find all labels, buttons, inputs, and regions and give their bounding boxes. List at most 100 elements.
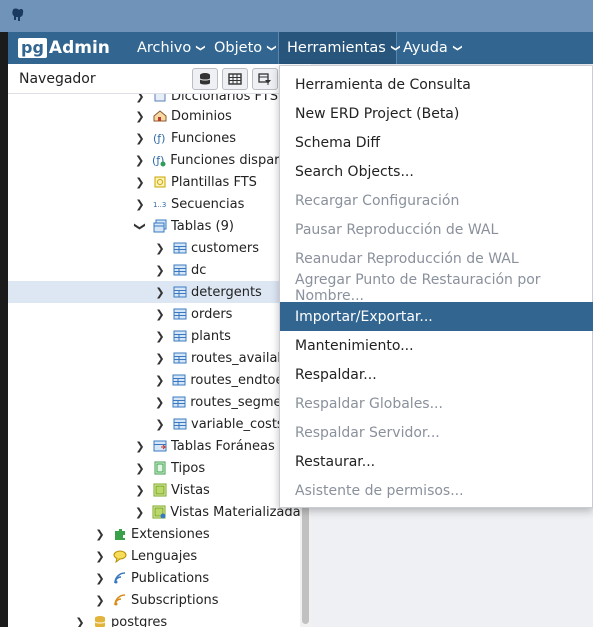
domain-icon — [153, 109, 167, 123]
view-data-button[interactable] — [222, 68, 248, 90]
tree-node-label: Secuencias — [171, 196, 245, 212]
tree-node-funciones[interactable]: ❯ (ƒ) Funciones — [8, 127, 300, 149]
tree-node-label: Tablas Foráneas — [171, 438, 275, 454]
tree-node-label: plants — [191, 328, 231, 344]
chevron-right-icon[interactable]: ❯ — [95, 550, 105, 563]
chevron-right-icon[interactable]: ❯ — [135, 440, 145, 453]
menu-ayuda[interactable]: Ayuda ❯ — [395, 32, 468, 64]
chevron-right-icon[interactable]: ❯ — [135, 94, 145, 103]
chevron-right-icon[interactable]: ❯ — [135, 462, 145, 475]
filtered-rows-button[interactable] — [252, 68, 278, 90]
tree-node-tipos[interactable]: ❯ Tipos — [8, 457, 300, 479]
chevron-right-icon[interactable]: ❯ — [155, 308, 165, 321]
menu-objeto[interactable]: Objeto ❯ — [206, 32, 283, 64]
tree-node-funciones-disparadoras[interactable]: ❯ (ƒ) Funciones disparadoras — [8, 149, 300, 171]
foreign-table-icon — [153, 439, 167, 453]
materialized-view-icon — [152, 505, 166, 519]
tree-node-label: Funciones — [171, 130, 236, 146]
tree-node-label: Plantillas FTS — [171, 174, 257, 190]
chevron-right-icon[interactable]: ❯ — [95, 572, 105, 585]
sequence-icon: 1..3 — [153, 197, 167, 211]
tree-node-postgres[interactable]: ❯ postgres — [8, 611, 300, 627]
chevron-right-icon[interactable]: ❯ — [75, 616, 85, 627]
publication-icon — [113, 571, 127, 585]
chevron-right-icon[interactable]: ❯ — [135, 506, 144, 519]
tree-node-vistas-materializadas[interactable]: ❯ Vistas Materializadas — [8, 501, 300, 523]
table-row[interactable]: ❯ routes_segments — [8, 391, 300, 413]
chevron-right-icon[interactable]: ❯ — [95, 594, 105, 607]
tree-node-label: Publications — [131, 570, 210, 586]
chevron-right-icon[interactable]: ❯ — [155, 352, 165, 365]
chevron-down-icon[interactable]: ❯ — [134, 221, 147, 231]
table-icon — [173, 241, 187, 255]
tree-node-plantillas-fts[interactable]: ❯ Plantillas FTS — [8, 171, 300, 193]
menu-item-schema-diff[interactable]: Schema Diff — [280, 128, 593, 157]
table-row-selected[interactable]: ❯ detergents — [8, 281, 300, 303]
grid-icon — [228, 73, 242, 85]
tree-node-secuencias[interactable]: ❯ 1..3 Secuencias — [8, 193, 300, 215]
tree-node-extensiones[interactable]: ❯ Extensiones — [8, 523, 300, 545]
tree-node-label: orders — [191, 306, 233, 322]
table-icon — [173, 263, 187, 277]
tree-node-label: postgres — [111, 614, 168, 627]
menu-item-resume-wal: Reanudar Reproducción de WAL — [295, 250, 519, 267]
tree-node-label: variable_costs — [191, 416, 284, 432]
chevron-right-icon[interactable]: ❯ — [155, 286, 165, 299]
logo-admin: Admin — [48, 38, 110, 58]
tree-node-lenguajes[interactable]: ❯ Lenguajes — [8, 545, 300, 567]
chevron-right-icon[interactable]: ❯ — [95, 528, 105, 541]
chevron-right-icon[interactable]: ❯ — [155, 396, 164, 409]
tree-node-label: Dominios — [171, 108, 232, 124]
tree-node-tablas-foraneas[interactable]: ❯ Tablas Foráneas — [8, 435, 300, 457]
menu-item-query-tool[interactable]: Herramienta de Consulta — [280, 70, 593, 99]
table-icon — [172, 373, 186, 387]
main-menubar: pg Admin Archivo ❯ Objeto ❯ Herramientas… — [8, 32, 593, 64]
tree-node-vistas[interactable]: ❯ Vistas — [8, 479, 300, 501]
chevron-right-icon[interactable]: ❯ — [135, 132, 145, 145]
tree-node-tablas[interactable]: ❯ Tablas (9) — [8, 215, 300, 237]
table-row[interactable]: ❯ customers — [8, 237, 300, 259]
menu-item-search-objects[interactable]: Search Objects... — [280, 157, 593, 186]
chevron-right-icon[interactable]: ❯ — [155, 330, 165, 343]
tree-node-dominios[interactable]: ❯ Dominios — [8, 105, 300, 127]
table-row[interactable]: ❯ orders — [8, 303, 300, 325]
table-row[interactable]: ❯ dc — [8, 259, 300, 281]
browser-panel-header: Navegador — [8, 64, 311, 94]
chevron-down-icon: ❯ — [194, 44, 205, 52]
tree-node-label: Extensiones — [131, 526, 210, 542]
chevron-right-icon[interactable]: ❯ — [155, 374, 164, 387]
table-row[interactable]: ❯ routes_endtoend — [8, 369, 300, 391]
menu-herramientas[interactable]: Herramientas ❯ — [278, 32, 400, 64]
menu-ayuda-label: Ayuda — [403, 40, 448, 56]
menu-archivo[interactable]: Archivo ❯ — [129, 32, 212, 64]
object-explorer-button[interactable] — [192, 68, 218, 90]
tree-node-publications[interactable]: ❯ Publications — [8, 567, 300, 589]
menu-item-grant-wizard: Asistente de permisos... — [295, 482, 464, 499]
table-row[interactable]: ❯ plants — [8, 325, 300, 347]
tree-node-subscriptions[interactable]: ❯ Subscriptions — [8, 589, 300, 611]
menu-item-new-erd-project[interactable]: New ERD Project (Beta) — [280, 99, 593, 128]
chevron-right-icon[interactable]: ❯ — [135, 198, 145, 211]
chevron-right-icon[interactable]: ❯ — [155, 418, 165, 431]
chevron-right-icon[interactable]: ❯ — [155, 264, 165, 277]
menu-item-reload-config: Recargar Configuración — [295, 192, 460, 209]
chevron-right-icon[interactable]: ❯ — [135, 110, 145, 123]
template-icon — [153, 175, 167, 189]
menu-item-maintenance[interactable]: Mantenimiento... — [280, 331, 593, 360]
menu-archivo-label: Archivo — [137, 40, 192, 56]
chevron-right-icon[interactable]: ❯ — [135, 176, 145, 189]
chevron-right-icon[interactable]: ❯ — [155, 242, 165, 255]
database-icon — [93, 615, 107, 627]
menu-item-restore[interactable]: Restaurar... — [280, 447, 593, 476]
chevron-right-icon[interactable]: ❯ — [135, 154, 144, 167]
table-icon — [173, 329, 187, 343]
window-titlebar — [0, 0, 593, 32]
menu-item-backup-server: Respaldar Servidor... — [295, 424, 440, 441]
menu-item-import-export[interactable]: Importar/Exportar... — [280, 302, 593, 331]
menu-item-backup-globals: Respaldar Globales... — [295, 395, 443, 412]
table-row[interactable]: ❯ variable_costs — [8, 413, 300, 435]
table-row[interactable]: ❯ routes_available — [8, 347, 300, 369]
menu-item-backup[interactable]: Respaldar... — [280, 360, 593, 389]
browser-panel: Navegador ❯ Diccionarios FTS ❯ Dominios … — [8, 64, 311, 627]
chevron-right-icon[interactable]: ❯ — [135, 484, 145, 497]
